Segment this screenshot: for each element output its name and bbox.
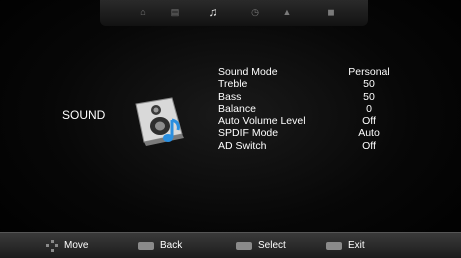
menu-row-spdif-mode[interactable]: SPDIF Mode Auto — [218, 127, 418, 139]
back-key-icon — [138, 241, 154, 250]
dpad-icon — [46, 239, 58, 252]
sound-settings-list: Sound Mode Personal Treble 50 Bass 50 Ba… — [218, 66, 418, 152]
exit-key-icon — [326, 241, 342, 250]
menu-row-treble[interactable]: Treble 50 — [218, 78, 418, 90]
menu-row-sound-mode[interactable]: Sound Mode Personal — [218, 66, 418, 78]
settings-icon[interactable]: ◼ — [324, 5, 338, 19]
section-title: SOUND — [62, 108, 106, 122]
menu-row-bass[interactable]: Bass 50 — [218, 91, 418, 103]
clock-icon[interactable]: ◷ — [248, 5, 262, 19]
speaker-note-icon — [135, 97, 184, 146]
menu-row-ad-switch[interactable]: AD Switch Off — [218, 140, 418, 152]
lock-icon[interactable]: ▲ — [280, 5, 294, 19]
footer-hint-bar: Move Back Select Exit — [0, 232, 461, 258]
hint-move: Move — [46, 233, 88, 258]
menu-row-auto-volume-level[interactable]: Auto Volume Level Off — [218, 115, 418, 127]
house-icon[interactable]: ⌂ — [136, 5, 150, 19]
hint-exit: Exit — [326, 233, 365, 258]
menu-row-balance[interactable]: Balance 0 — [218, 103, 418, 115]
image-icon[interactable]: ▤ — [168, 5, 182, 19]
tv-menu-screen: ⌂ ▤ ♫ ◷ ▲ ◼ SOUND Sound Mode Personal Tr… — [0, 0, 461, 258]
enter-key-icon — [236, 241, 252, 250]
hint-select: Select — [236, 233, 286, 258]
hint-back: Back — [138, 233, 182, 258]
category-tab-bar: ⌂ ▤ ♫ ◷ ▲ ◼ — [100, 0, 368, 26]
music-note-icon[interactable]: ♫ — [206, 5, 220, 19]
